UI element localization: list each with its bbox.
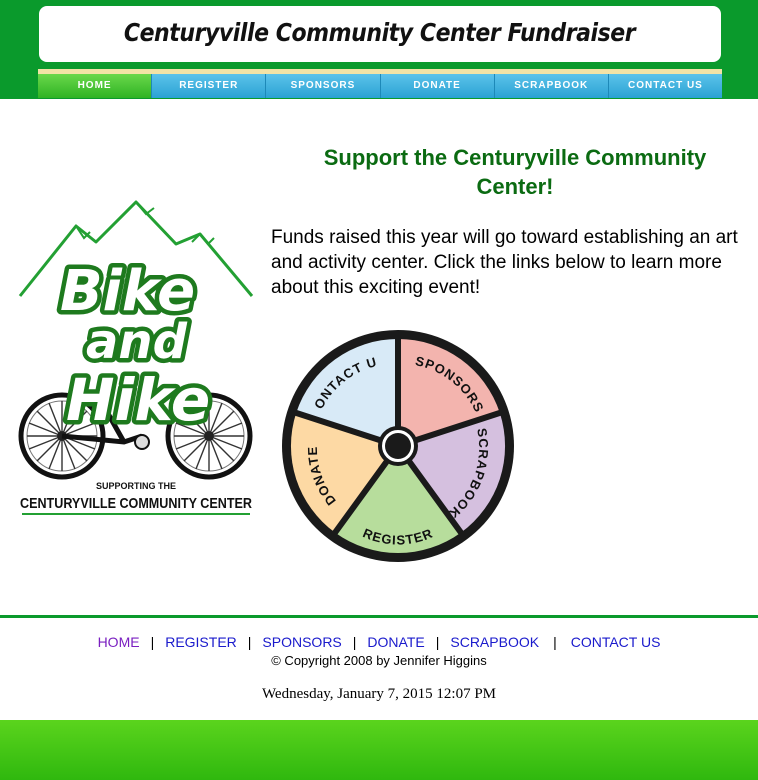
- footer-separator: |: [150, 634, 155, 650]
- footer-separator: |: [553, 634, 557, 650]
- footer-nav: HOME | REGISTER | SPONSORS | DONATE | SCRAPBOOK |…: [0, 634, 758, 650]
- footer-band: [0, 720, 758, 780]
- footer-separator: |: [435, 634, 440, 650]
- navigation-wheel: SPONSORS SCRAPBOOK REGISTER DONATE CONTA…: [280, 328, 514, 562]
- footer-link-home[interactable]: HOME: [98, 634, 140, 650]
- site-title: Centuryville Community Center Fundraiser: [124, 18, 636, 47]
- logo-word-and: and: [86, 314, 188, 370]
- nav-home[interactable]: HOME: [38, 74, 153, 98]
- nav-sponsors[interactable]: SPONSORS: [266, 74, 381, 98]
- logo-org-text: CENTURYVILLE COMMUNITY CENTER: [20, 495, 252, 512]
- footer-separator: |: [352, 634, 357, 650]
- nav-register[interactable]: REGISTER: [152, 74, 267, 98]
- copyright-text: © Copyright 2008 by Jennifer Higgins: [271, 653, 487, 668]
- nav-scrapbook[interactable]: SCRAPBOOK: [494, 74, 609, 98]
- title-banner: Centuryville Community Center Fundraiser: [39, 6, 721, 62]
- footer-separator: |: [247, 634, 252, 650]
- logo-wordmark: Bike and Hike: [56, 255, 215, 439]
- footer-link-donate[interactable]: DONATE: [367, 634, 424, 650]
- footer-link-sponsors[interactable]: SPONSORS: [262, 634, 341, 650]
- logo-word-hike: Hike: [66, 366, 210, 434]
- current-datetime: Wednesday, January 7, 2015 12:07 PM: [261, 686, 497, 702]
- footer-link-register[interactable]: REGISTER: [165, 634, 237, 650]
- bike-and-hike-logo: Bike and Hike SUPPORTING THE CENTURYVILL…: [18, 200, 254, 515]
- main-nav: HOME REGISTER SPONSORS DONATE SCRAPBOOK …: [38, 74, 723, 98]
- page-heading: Support the Centuryville Community Cente…: [323, 145, 707, 199]
- nav-contact-us[interactable]: CONTACT US: [608, 74, 723, 98]
- footer-link-scrapbook[interactable]: SCRAPBOOK: [450, 634, 539, 650]
- nav-donate[interactable]: DONATE: [380, 74, 495, 98]
- intro-text: Funds raised this year will go toward es…: [271, 227, 738, 298]
- footer-divider: [0, 615, 758, 618]
- logo-supporting-text: SUPPORTING THE: [96, 481, 176, 491]
- footer-link-contact-us[interactable]: CONTACT US: [571, 634, 661, 650]
